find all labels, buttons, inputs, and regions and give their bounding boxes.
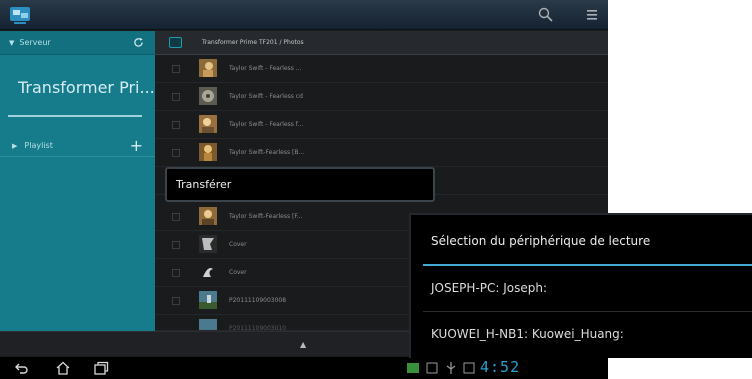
system-bar: 4:52 xyxy=(0,357,608,379)
menu-icon[interactable] xyxy=(584,6,602,24)
item-label: Cover xyxy=(229,241,247,248)
photo-thumbnail xyxy=(199,319,217,330)
breadcrumb: Transformer Prime TF201 / Photos xyxy=(202,39,304,46)
device-item[interactable]: JOSEPH-PC: Joseph: xyxy=(431,266,547,310)
row-checkbox[interactable] xyxy=(172,213,180,221)
album-thumbnail xyxy=(199,207,217,225)
row-checkbox[interactable] xyxy=(172,65,180,73)
row-checkbox[interactable] xyxy=(172,93,180,101)
device-selection-dialog: Sélection du périphérique de lecture JOS… xyxy=(409,213,752,358)
screenshot-icon[interactable] xyxy=(425,361,441,375)
list-item[interactable]: Taylor Swift - Fearless f... xyxy=(155,111,608,139)
sidebar: ▼ Serveur Transformer Pri... ▶ Playlist + xyxy=(0,31,155,331)
recent-apps-icon[interactable] xyxy=(93,361,109,375)
playlist-label: Playlist xyxy=(24,141,53,150)
list-item[interactable]: Taylor Swift - Fearless ... xyxy=(155,55,608,83)
refresh-icon[interactable] xyxy=(133,37,144,48)
item-label: Taylor Swift - Fearless ... xyxy=(229,65,302,72)
context-menu: Transférer xyxy=(165,167,435,202)
row-checkbox[interactable] xyxy=(172,149,180,157)
server-name[interactable]: Transformer Pri... xyxy=(18,78,155,97)
row-checkbox[interactable] xyxy=(172,269,180,277)
add-playlist-button[interactable]: + xyxy=(130,135,143,157)
item-label: Taylor Swift - Fearless f... xyxy=(229,121,304,128)
media-notification-icon[interactable] xyxy=(405,361,421,375)
album-thumbnail xyxy=(199,115,217,133)
item-label: Taylor Swift-Fearless [F... xyxy=(229,213,303,220)
playlist-header[interactable]: ▶ Playlist + xyxy=(0,135,155,157)
collapse-icon: ▼ xyxy=(9,39,15,47)
folder-icon[interactable] xyxy=(169,37,182,48)
storage-icon xyxy=(463,362,475,374)
server-label: Serveur xyxy=(19,38,51,47)
path-bar: Transformer Prime TF201 / Photos xyxy=(155,31,608,55)
item-label: Cover xyxy=(229,269,247,276)
item-label: P20111109003010 xyxy=(229,325,287,331)
scroll-up-icon[interactable]: ▲ xyxy=(300,340,306,349)
album-thumbnail xyxy=(199,59,217,77)
row-checkbox[interactable] xyxy=(172,121,180,129)
expand-icon: ▶ xyxy=(12,142,18,150)
server-header[interactable]: ▼ Serveur xyxy=(0,31,155,55)
list-item[interactable]: Taylor Swift - Fearless cd xyxy=(155,83,608,111)
cover-thumbnail xyxy=(199,263,217,281)
clock: 4:52 xyxy=(480,358,521,376)
photo-thumbnail xyxy=(199,291,217,309)
device-item[interactable]: KUOWEI_H-NB1: Kuowei_Huang: xyxy=(431,312,624,356)
server-divider xyxy=(8,115,142,117)
album-thumbnail xyxy=(199,87,217,105)
cover-thumbnail xyxy=(199,235,217,253)
usb-icon xyxy=(446,362,456,374)
media-server-icon[interactable] xyxy=(8,5,32,25)
back-icon[interactable] xyxy=(14,361,30,375)
list-item[interactable]: Taylor Swift-Fearless [B... xyxy=(155,139,608,167)
item-label: P20111109003008 xyxy=(229,297,287,304)
item-label: Taylor Swift - Fearless cd xyxy=(229,93,303,100)
action-bar xyxy=(0,0,608,30)
item-label: Taylor Swift-Fearless [B... xyxy=(229,149,305,156)
home-icon[interactable] xyxy=(55,361,71,375)
album-thumbnail xyxy=(199,143,217,161)
row-checkbox[interactable] xyxy=(172,297,180,305)
transfer-menu-item[interactable]: Transférer xyxy=(176,169,231,200)
row-checkbox[interactable] xyxy=(172,241,180,249)
dialog-title: Sélection du périphérique de lecture xyxy=(431,234,651,248)
search-icon[interactable] xyxy=(537,6,555,24)
